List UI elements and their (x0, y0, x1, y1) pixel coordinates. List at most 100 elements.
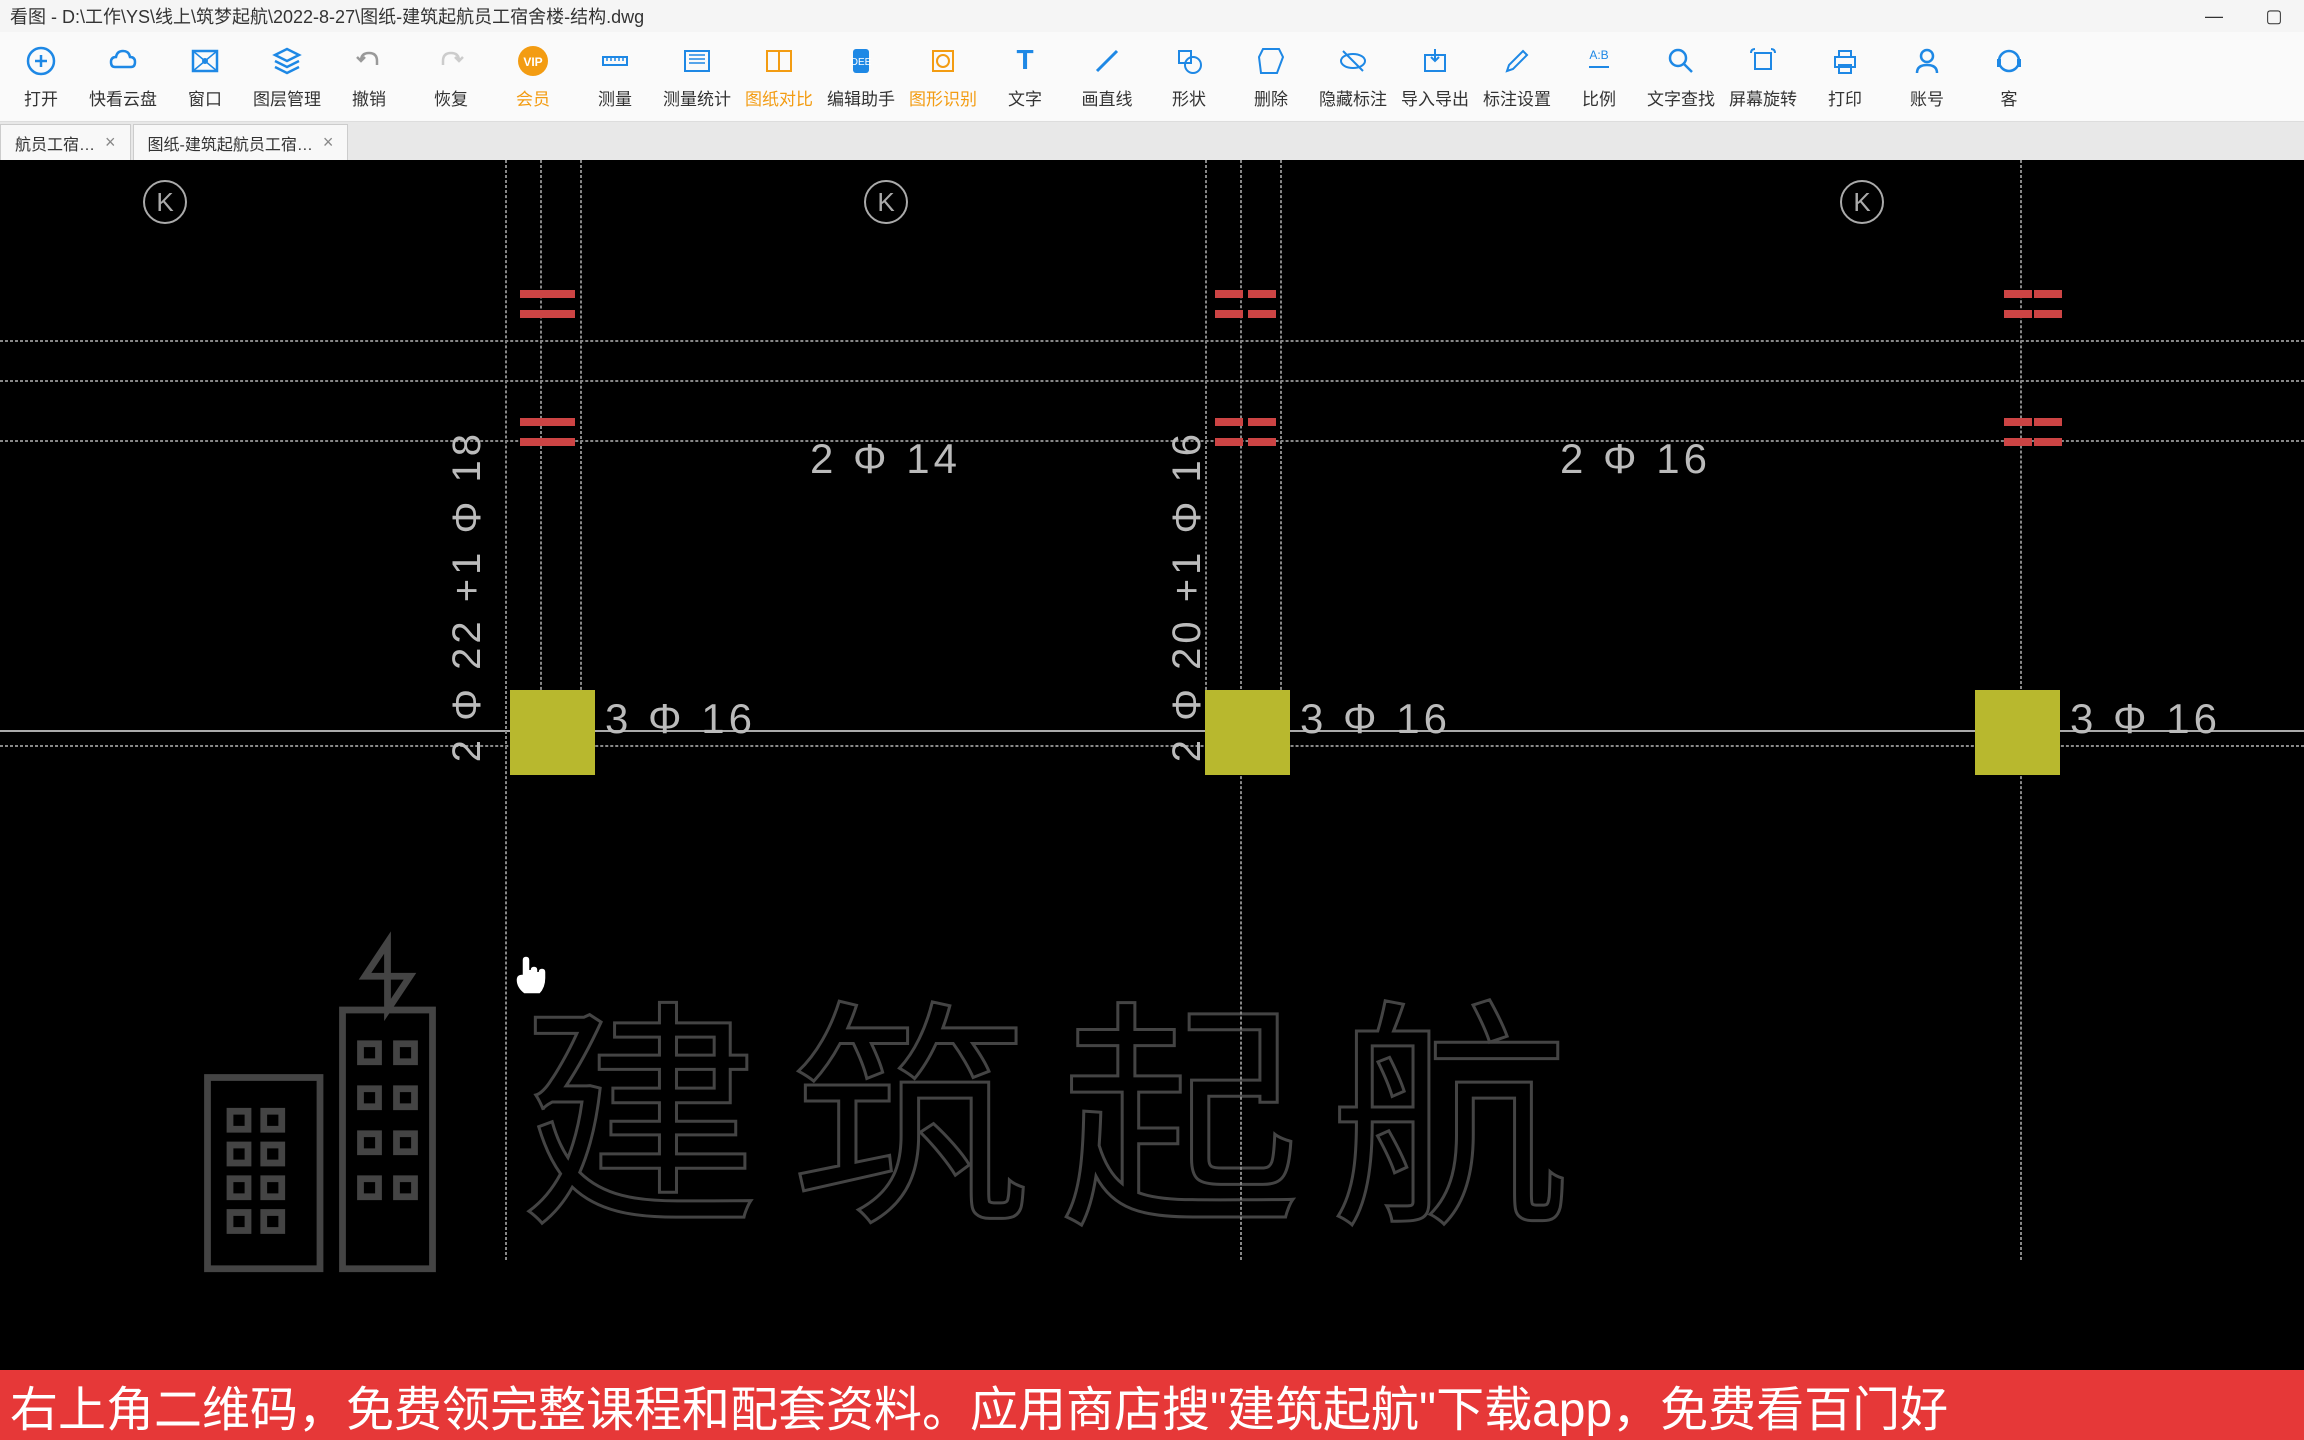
edit-button[interactable]: DEE编辑助手 (820, 32, 902, 122)
tool-label: 形状 (1172, 85, 1206, 110)
mark-settings-icon (1499, 43, 1535, 79)
tab-close-icon[interactable]: × (323, 132, 334, 153)
solid-line-h (0, 730, 2304, 732)
column-marker (510, 690, 595, 775)
tool-label: 打印 (1828, 85, 1862, 110)
tool-label: 隐藏标注 (1319, 85, 1387, 110)
vip-button[interactable]: VIP会员 (492, 32, 574, 122)
marksettings-button[interactable]: 标注设置 (1476, 32, 1558, 122)
measure-button[interactable]: 测量 (574, 32, 656, 122)
detail-mark (520, 418, 548, 426)
detail-mark (520, 310, 548, 318)
scale-button[interactable]: A:B比例 (1558, 32, 1640, 122)
cloud-button[interactable]: 快看云盘 (82, 32, 164, 122)
delete-button[interactable]: 删除 (1230, 32, 1312, 122)
line-icon (1089, 43, 1125, 79)
find-button[interactable]: 文字查找 (1640, 32, 1722, 122)
stats-button[interactable]: 测量统计 (656, 32, 738, 122)
tool-label: 客 (2001, 85, 2018, 110)
column-marker (1975, 690, 2060, 775)
rotate-button[interactable]: 屏幕旋转 (1722, 32, 1804, 122)
tool-label: 快看云盘 (89, 85, 157, 110)
tool-label: 测量 (598, 85, 632, 110)
detail-mark (2034, 418, 2062, 426)
detail-mark (520, 290, 548, 298)
rebar-label: 3 Φ 16 (605, 695, 756, 743)
detail-mark (1248, 438, 1276, 446)
line-button[interactable]: 画直线 (1066, 32, 1148, 122)
svg-text:A:B: A:B (1589, 48, 1608, 62)
tab-close-icon[interactable]: × (105, 132, 116, 153)
axis-label-k: K (864, 180, 908, 224)
tool-label: 账号 (1910, 85, 1944, 110)
maximize-button[interactable]: ▢ (2254, 6, 2294, 27)
redo-icon (433, 43, 469, 79)
window-button[interactable]: 窗口 (164, 32, 246, 122)
grid-line-h (0, 380, 2304, 382)
tool-label: 文字查找 (1647, 85, 1715, 110)
compare-icon (761, 43, 797, 79)
detail-mark (547, 310, 575, 318)
detail-mark (2004, 290, 2032, 298)
compare-button[interactable]: 图纸对比 (738, 32, 820, 122)
rebar-label: 2 Φ 16 (1560, 435, 1711, 483)
banner-text: 右上角二维码，免费领完整课程和配套资料。应用商店搜"建筑起航"下载app，免费看… (10, 1370, 1948, 1440)
undo-button[interactable]: 撤销 (328, 32, 410, 122)
drawing-canvas[interactable]: K K K 2 Φ 14 2 Φ 16 3 Φ 16 3 Φ 16 3 Φ 16… (0, 160, 2304, 1370)
detail-mark (2034, 310, 2062, 318)
detail-mark (2034, 290, 2062, 298)
tool-label: 画直线 (1082, 85, 1133, 110)
document-tab[interactable]: 航员工宿… × (0, 124, 131, 160)
scale-icon: A:B (1581, 43, 1617, 79)
detail-mark (547, 418, 575, 426)
tab-label: 航员工宿… (15, 131, 95, 155)
grid-line-v (1280, 160, 1282, 730)
tool-label: 图层管理 (253, 85, 321, 110)
stats-icon (679, 43, 715, 79)
rebar-label-vertical: 2 Φ 22 +1 Φ 18 (445, 430, 490, 762)
detail-mark (2004, 310, 2032, 318)
print-icon (1827, 43, 1863, 79)
tool-label: 恢复 (434, 85, 468, 110)
tool-label: 窗口 (188, 85, 222, 110)
hide-icon (1335, 43, 1371, 79)
text-button[interactable]: T文字 (984, 32, 1066, 122)
tab-bar: 航员工宿…×图纸-建筑起航员工宿…× (0, 122, 2304, 160)
minimize-button[interactable]: — (2194, 6, 2234, 27)
detail-mark (1215, 290, 1243, 298)
watermark: 建筑起航 (180, 920, 1600, 1280)
detail-mark (1215, 310, 1243, 318)
service-button[interactable]: 客 (1968, 32, 2050, 122)
rebar-label: 3 Φ 16 (2070, 695, 2221, 743)
detail-mark (2004, 418, 2032, 426)
grid-line-h (0, 745, 2304, 747)
redo-button[interactable]: 恢复 (410, 32, 492, 122)
tool-label: 图纸对比 (745, 85, 813, 110)
layers-button[interactable]: 图层管理 (246, 32, 328, 122)
open-button[interactable]: 打开 (0, 32, 82, 122)
rebar-label-vertical: 2 Φ 20 +1 Φ 16 (1165, 430, 1210, 762)
recognize-button[interactable]: 图形识别 (902, 32, 984, 122)
layers-icon (269, 43, 305, 79)
detail-mark (2004, 438, 2032, 446)
svg-text:DEE: DEE (851, 57, 872, 68)
cloud-icon (105, 43, 141, 79)
document-tab[interactable]: 图纸-建筑起航员工宿…× (133, 124, 349, 160)
print-button[interactable]: 打印 (1804, 32, 1886, 122)
account-button[interactable]: 账号 (1886, 32, 1968, 122)
export-button[interactable]: 导入导出 (1394, 32, 1476, 122)
tool-label: 会员 (516, 85, 550, 110)
grid-line-h (0, 340, 2304, 342)
detail-mark (1215, 438, 1243, 446)
rebar-label: 2 Φ 14 (810, 435, 961, 483)
building-icon (180, 920, 460, 1280)
detail-mark (1248, 310, 1276, 318)
tool-label: 测量统计 (663, 85, 731, 110)
service-icon (1991, 43, 2027, 79)
edit-icon: DEE (843, 43, 879, 79)
rebar-label: 3 Φ 16 (1300, 695, 1451, 743)
hide-button[interactable]: 隐藏标注 (1312, 32, 1394, 122)
undo-icon (351, 43, 387, 79)
svg-text:T: T (1016, 45, 1033, 75)
shape-button[interactable]: 形状 (1148, 32, 1230, 122)
